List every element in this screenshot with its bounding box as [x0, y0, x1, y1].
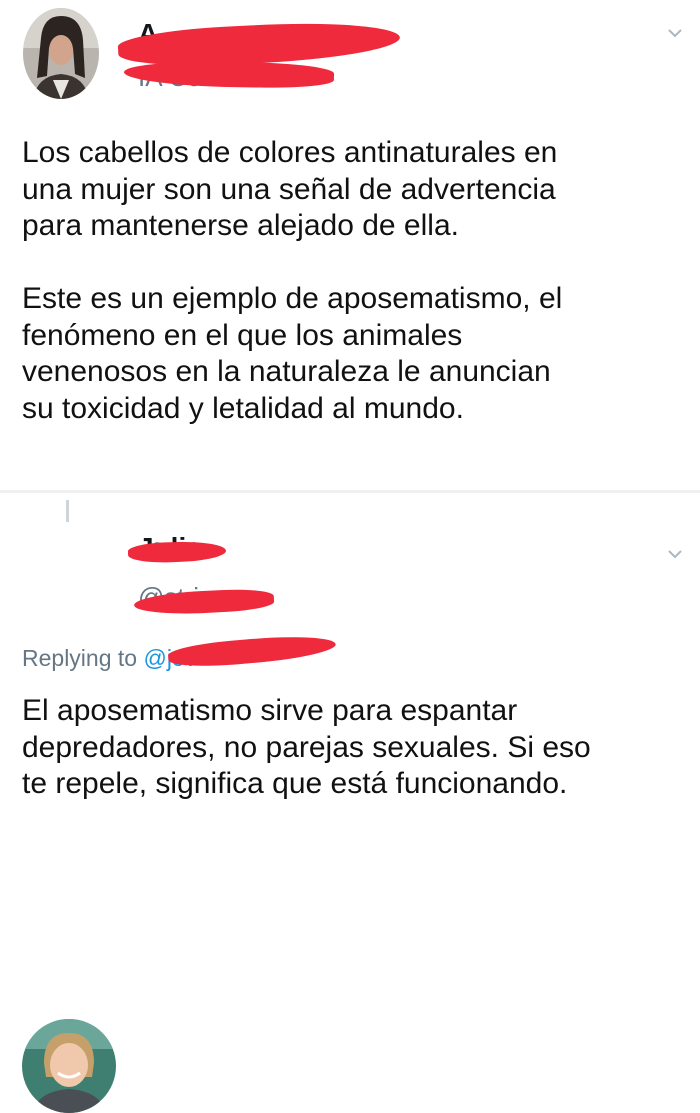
- tweet-reply: Julia @stringy Replying to @jov El apose…: [0, 492, 700, 1113]
- avatar[interactable]: [23, 8, 99, 99]
- tweet-text: Los cabellos de colores antinaturales en…: [22, 136, 563, 425]
- chevron-down-icon[interactable]: [668, 26, 682, 40]
- tweet-original: A IA Cortes Los cabellos de colores anti…: [0, 0, 700, 492]
- redaction-mark: [127, 540, 227, 564]
- redaction-mark: [167, 631, 337, 671]
- avatar[interactable]: [22, 1019, 116, 1113]
- replying-to-label: Replying to: [22, 645, 138, 671]
- chevron-down-icon[interactable]: [668, 547, 682, 561]
- tweet-text: El aposematismo sirve para espantar depr…: [22, 694, 591, 800]
